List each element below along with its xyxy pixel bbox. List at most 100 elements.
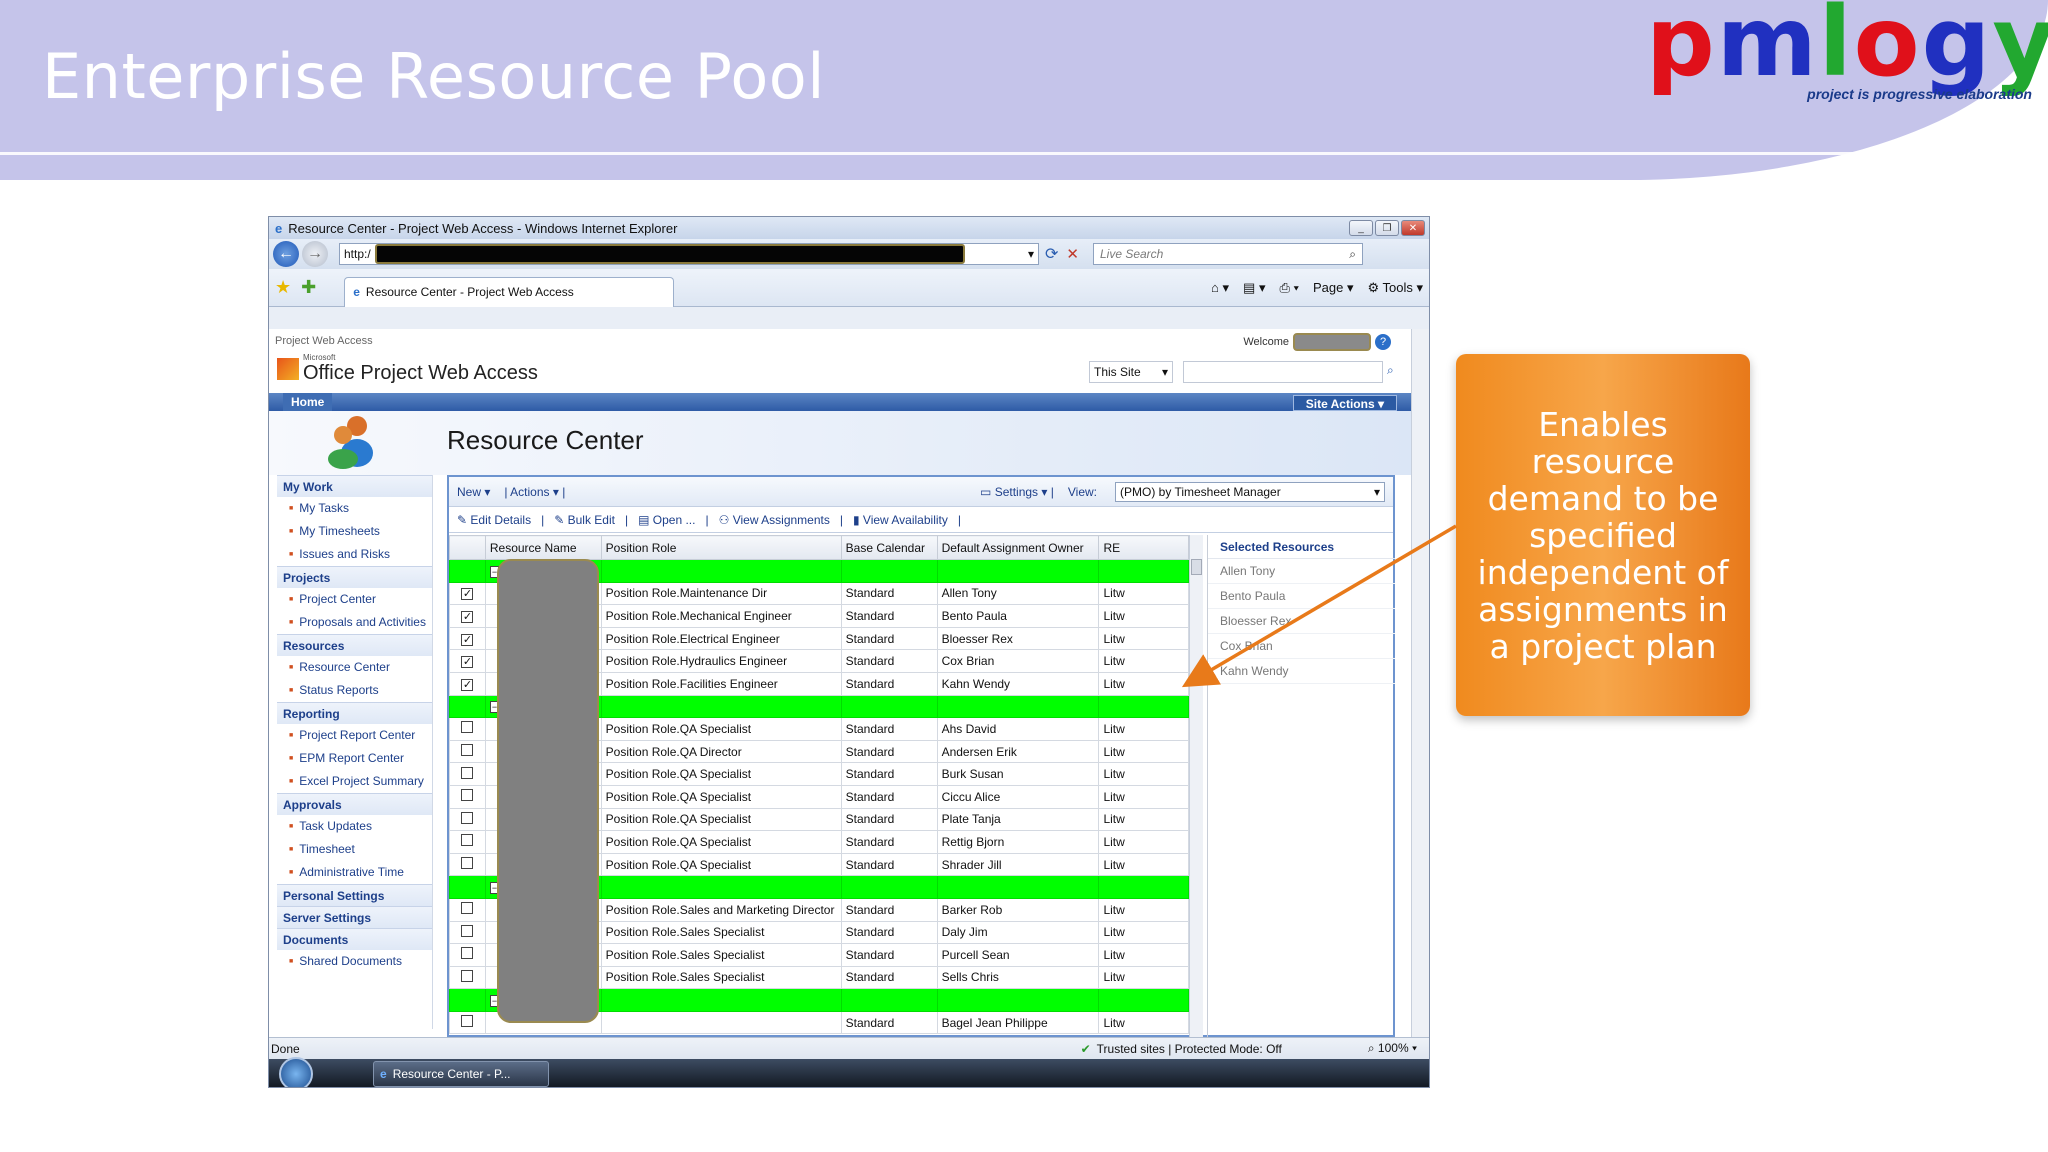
site-actions-menu[interactable]: Site Actions ▾ [1292,395,1397,411]
row-checkbox[interactable]: ✓ [461,656,474,669]
row-checkbox[interactable] [461,834,474,847]
tab-home[interactable]: Home [283,393,333,411]
row-checkbox[interactable] [461,924,474,937]
nav-section-approvals[interactable]: Approvals [277,793,432,815]
home-icon[interactable]: ⌂ ▾ [1211,280,1229,296]
column-header[interactable]: Position Role [600,535,842,560]
back-button[interactable]: ← [273,241,299,267]
scope-select[interactable]: This Site ▾ [1089,361,1173,383]
page-scrollbar[interactable] [1411,329,1429,1037]
view-assignments-button[interactable]: ⚇ View Assignments [719,513,830,527]
settings-menu[interactable]: ▭ Settings ▾ | [980,485,1054,499]
forward-button[interactable]: → [302,241,328,267]
column-header[interactable]: Default Assignment Owner [936,535,1100,560]
nav-item-status-reports[interactable]: Status Reports [277,679,432,702]
scope-select-label: This Site [1094,365,1141,379]
selected-resource-item[interactable]: Bloesser Rex [1208,609,1395,634]
row-checkbox[interactable]: ✓ [461,678,474,691]
selected-resource-item[interactable]: Cox Brian [1208,634,1395,659]
row-checkbox[interactable] [461,1015,474,1028]
nav-section-reporting[interactable]: Reporting [277,702,432,724]
tools-menu[interactable]: ⚙ Tools ▾ [1367,280,1423,296]
row-checkbox[interactable] [461,789,474,802]
column-header[interactable]: Base Calendar [840,535,938,560]
grid-scrollbar[interactable] [1189,535,1203,1037]
row-checkbox[interactable]: ✓ [461,610,474,623]
nav-section-personal-settings[interactable]: Personal Settings [277,884,432,906]
nav-item-epm-report-center[interactable]: EPM Report Center [277,747,432,770]
view-select[interactable]: (PMO) by Timesheet Manager ▾ [1115,481,1385,502]
page-menu[interactable]: Page ▾ [1313,280,1354,296]
nav-item-resource-center[interactable]: Resource Center [277,656,432,679]
row-checkbox[interactable] [461,969,474,982]
nav-item-project-center[interactable]: Project Center [277,588,432,611]
nav-item-my-timesheets[interactable]: My Timesheets [277,520,432,543]
edit-details-label: Edit Details [470,512,532,527]
selected-resource-item[interactable]: Bento Paula [1208,584,1395,609]
close-button[interactable]: ✕ [1401,220,1425,236]
column-header[interactable]: RE [1098,535,1189,560]
feeds-icon[interactable]: ▤ ▾ [1243,280,1265,296]
security-zone[interactable]: Trusted sites | Protected Mode: Off [1097,1042,1282,1056]
start-button[interactable] [279,1057,313,1087]
nav-item-timesheet[interactable]: Timesheet [277,838,432,861]
view-availability-button[interactable]: ▮ View Availability [853,513,948,527]
selected-resource-item[interactable]: Kahn Wendy [1208,659,1395,684]
add-favorites-icon[interactable]: ✚ [301,277,316,298]
row-checkbox[interactable] [461,947,474,960]
nav-section-server-settings[interactable]: Server Settings [277,906,432,928]
group-cell [449,694,486,719]
nav-item-issues-and-risks[interactable]: Issues and Risks [277,543,432,566]
edit-details-button[interactable]: ✎ Edit Details [457,513,531,527]
logo-tagline: project is progressive elaboration [1807,86,2032,102]
favorites-star-icon[interactable]: ★ [275,277,291,298]
site-search-icon[interactable]: ⌕ [1387,363,1394,378]
taskbar-item-ie[interactable]: e Resource Center - P... [373,1061,549,1087]
browser-tab[interactable]: e Resource Center - Project Web Access [344,276,675,307]
row-checkbox[interactable] [461,744,474,757]
grid-action-toolbar: ✎ Edit Details | ✎ Bulk Edit | ▤ Open ..… [449,507,1393,533]
callout-line: assignments in [1478,590,1728,629]
column-header[interactable] [449,535,486,560]
row-checkbox[interactable] [461,721,474,734]
nav-item-proposals-and-activities[interactable]: Proposals and Activities [277,611,432,634]
selected-resources-panel: Selected Resources Allen Tony Bento Paula… [1207,535,1395,1037]
row-checkbox[interactable] [461,857,474,870]
row-checkbox[interactable] [461,902,474,915]
grid-scroll-thumb[interactable] [1191,559,1202,575]
nav-item-shared-documents[interactable]: Shared Documents [277,950,432,973]
nav-section-projects[interactable]: Projects [277,566,432,588]
group-cell [449,988,486,1012]
nav-section-documents[interactable]: Documents [277,928,432,950]
row-checkbox[interactable] [461,766,474,779]
url-field[interactable]: http:/ ▾ [339,243,1039,265]
refresh-icon[interactable]: ⟳ [1045,244,1058,264]
nav-item-excel-project-summary[interactable]: Excel Project Summary [277,770,432,793]
status-bar: Done ✔ Trusted sites | Protected Mode: O… [269,1037,1429,1059]
new-menu[interactable]: New ▾ [457,485,490,499]
nav-item-project-report-center[interactable]: Project Report Center [277,724,432,747]
actions-menu[interactable]: | Actions ▾ | [504,485,565,499]
nav-section-my-work[interactable]: My Work [277,475,432,497]
row-checkbox[interactable]: ✓ [461,633,474,646]
row-checkbox[interactable] [461,811,474,824]
live-search-input[interactable]: Live Search ⌕ [1092,243,1363,265]
help-icon[interactable]: ? [1375,334,1391,350]
selected-resource-item[interactable]: Allen Tony [1208,559,1395,584]
print-icon[interactable]: ⎙ ▾ [1279,280,1298,296]
restore-button[interactable]: ❐ [1375,220,1399,236]
column-header[interactable]: Resource Name [484,535,602,560]
stop-icon[interactable]: ✕ [1066,245,1079,263]
bulk-edit-button[interactable]: ✎ Bulk Edit [554,513,615,527]
zoom-control[interactable]: ⌕ 100% ▾ [1368,1041,1417,1056]
nav-section-resources[interactable]: Resources [277,634,432,656]
row-checkbox[interactable]: ✓ [461,588,474,601]
nav-item-task-updates[interactable]: Task Updates [277,815,432,838]
nav-item-my-tasks[interactable]: My Tasks [277,497,432,520]
open-button[interactable]: ▤ Open ... [638,513,695,527]
url-dropdown-icon[interactable]: ▾ [1028,247,1038,261]
nav-item-administrative-time[interactable]: Administrative Time [277,861,432,884]
minimize-button[interactable]: _ [1349,220,1373,236]
site-search-input[interactable] [1183,361,1383,383]
search-icon[interactable]: ⌕ [1349,247,1362,262]
